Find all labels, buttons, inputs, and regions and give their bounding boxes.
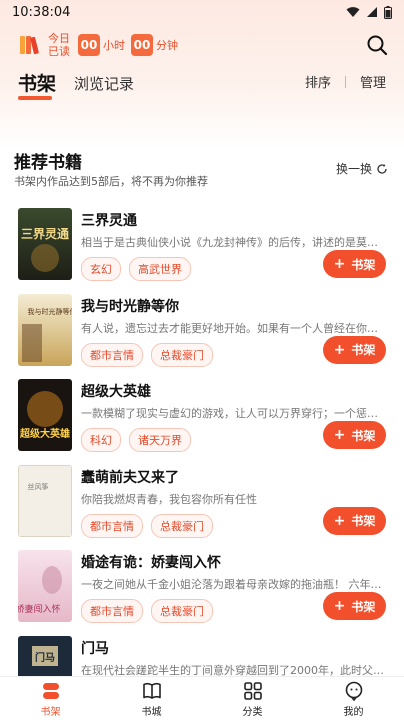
refresh-button[interactable]: 换一换 [336, 160, 388, 177]
today-read-label: 今日 已读 [48, 32, 70, 58]
book-item[interactable]: 三界灵通 三界灵通 相当于是古典仙侠小说《九龙封神传》的后传，讲述的是莫宇… 玄… [0, 204, 404, 290]
tab-bookshelf[interactable]: 书架 [18, 69, 56, 100]
book-description: 有人说，遗忘过去才能更好地开始。如果有一个人曾经在你心… [81, 321, 385, 335]
status-bar: 10:38:04 [0, 0, 404, 24]
plus-icon: + [333, 341, 346, 358]
book-cover[interactable]: 我与时光静等你 [18, 293, 73, 366]
nav-category[interactable]: 分类 [202, 677, 303, 720]
sort-button[interactable]: 排序 [305, 72, 331, 91]
cover-title: 娇妻闯入怀 [18, 603, 61, 615]
book-description: 一夜之间她从千金小姐沦落为跟着母亲改嫁的拖油瓶！ 六年夫… [81, 578, 385, 591]
minutes-unit: 分钟 [156, 39, 178, 52]
reading-time: 今日 已读 00 小时 00 分钟 [18, 30, 184, 60]
book-tag[interactable]: 都市言情 [81, 513, 143, 538]
book-item[interactable]: 超级大英雄 超级大英雄 一款模糊了现实与虚幻的游戏，让人可以万界穿行；一个惩恶…… [0, 375, 404, 461]
book-tags: 都市言情 总裁豪门 [81, 513, 213, 538]
tab-bar: 书架 浏览记录 [18, 68, 134, 100]
tab-active-indicator [18, 96, 52, 100]
nav-profile[interactable]: 我的 [303, 677, 404, 720]
nav-bookstore[interactable]: 书城 [101, 677, 202, 720]
book-tag[interactable]: 总裁豪门 [151, 513, 213, 538]
search-icon[interactable] [366, 34, 388, 56]
cover-title: 三界灵通 [21, 226, 69, 241]
book-title: 我与时光静等你 [81, 298, 179, 315]
add-to-shelf-button[interactable]: + 书架 [323, 335, 386, 364]
book-cover[interactable]: 娇妻闯入怀 [18, 550, 72, 622]
hours-value: 00 [78, 34, 100, 56]
cover-title: 我与时光静等你 [28, 307, 73, 316]
book-tag[interactable]: 都市言情 [81, 599, 143, 623]
bookshelf-logo-icon [20, 36, 39, 55]
cover-title: 丝风筝 [28, 482, 49, 491]
add-to-shelf-button[interactable]: + 书架 [323, 506, 386, 535]
bookshelf-icon [42, 683, 59, 699]
add-to-shelf-button[interactable]: + 书架 [323, 592, 386, 620]
add-to-shelf-button[interactable]: + 书架 [323, 421, 386, 449]
book-open-icon [142, 683, 161, 699]
book-tags: 都市言情 总裁豪门 [81, 599, 213, 623]
status-icons [346, 5, 392, 19]
book-tag[interactable]: 总裁豪门 [151, 342, 213, 367]
book-tags: 都市言情 总裁豪门 [81, 342, 213, 367]
book-cover[interactable]: 超级大英雄 [18, 379, 72, 451]
book-tag[interactable]: 玄幻 [81, 257, 121, 281]
book-title: 婚途有诡：娇妻闯入怀 [81, 555, 221, 571]
tab-history[interactable]: 浏览记录 [74, 73, 134, 96]
book-title: 蠢萌前夫又来了 [81, 469, 179, 486]
book-tag[interactable]: 高武世界 [129, 257, 191, 281]
book-tags: 玄幻 高武世界 [81, 257, 191, 281]
plus-icon: + [333, 598, 346, 614]
book-description: 一款模糊了现实与虚幻的游戏，让人可以万界穿行；一个惩恶… [81, 407, 385, 420]
book-item[interactable]: 丝风筝 蠢萌前夫又来了 你陪我燃烬青春，我包容你所有任性 都市言情 总裁豪门 +… [0, 461, 404, 547]
book-tags: 科幻 诸天万界 [81, 428, 191, 452]
book-description: 相当于是古典仙侠小说《九龙封神传》的后传，讲述的是莫宇… [81, 236, 385, 249]
refresh-icon [377, 163, 387, 174]
signal-icon [367, 7, 377, 17]
book-item[interactable]: 我与时光静等你 我与时光静等你 有人说，遗忘过去才能更好地开始。如果有一个人曾经… [0, 290, 404, 376]
status-time: 10:38:04 [12, 4, 71, 20]
hours-unit: 小时 [103, 39, 125, 52]
shelf-actions: 排序 管理 [305, 72, 386, 91]
recommend-subtitle: 书架内作品达到5部后，将不再为你推荐 [14, 175, 208, 188]
book-tag[interactable]: 科幻 [81, 428, 121, 452]
cover-title: 门马 [35, 651, 55, 664]
bottom-nav: 书架 书城 分类 我的 [0, 676, 404, 720]
book-tag[interactable]: 都市言情 [81, 342, 143, 367]
book-list: 三界灵通 三界灵通 相当于是古典仙侠小说《九龙封神传》的后传，讲述的是莫宇… 玄… [0, 204, 404, 717]
grid-icon [243, 682, 262, 700]
book-tag[interactable]: 总裁豪门 [151, 599, 213, 623]
book-title: 门马 [81, 640, 109, 657]
book-title: 三界灵通 [81, 213, 137, 229]
book-title: 超级大英雄 [81, 384, 151, 400]
divider [344, 75, 346, 88]
minutes-value: 00 [131, 34, 153, 56]
book-item[interactable]: 娇妻闯入怀 婚途有诡：娇妻闯入怀 一夜之间她从千金小姐沦落为跟着母亲改嫁的拖油瓶… [0, 546, 404, 632]
plus-icon: + [333, 256, 346, 272]
profile-icon [345, 681, 362, 701]
plus-icon: + [333, 427, 346, 443]
nav-bookshelf[interactable]: 书架 [0, 677, 101, 720]
cover-title: 超级大英雄 [19, 427, 70, 440]
plus-icon: + [333, 512, 346, 529]
battery-icon [384, 5, 392, 19]
book-tag[interactable]: 诸天万界 [129, 428, 191, 452]
book-cover[interactable]: 三界灵通 [18, 208, 72, 280]
wifi-icon [346, 7, 360, 17]
add-to-shelf-button[interactable]: + 书架 [323, 250, 386, 278]
recommend-title: 推荐书籍 [14, 153, 82, 173]
book-cover[interactable]: 丝风筝 [18, 464, 72, 537]
manage-button[interactable]: 管理 [360, 72, 386, 91]
book-description: 你陪我燃烬青春，我包容你所有任性 [81, 492, 257, 506]
